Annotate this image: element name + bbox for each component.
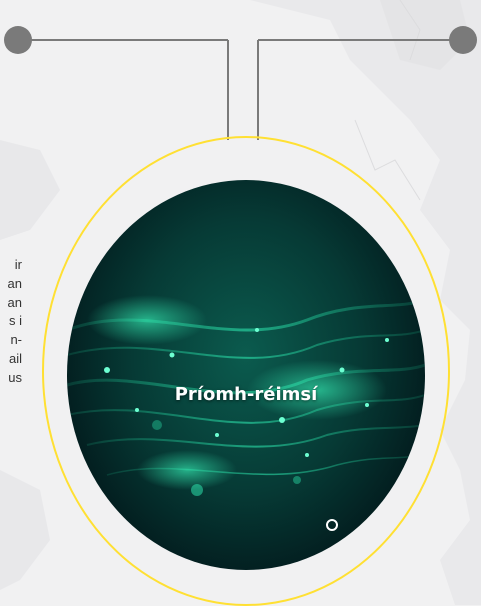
cropped-side-text: ir an an s i n- ail us xyxy=(0,256,22,388)
side-text-line: ail xyxy=(8,350,22,366)
right-connector-dot xyxy=(449,26,477,54)
connector-lines xyxy=(4,26,477,140)
side-text-line: an xyxy=(7,275,22,291)
left-connector-dot xyxy=(4,26,32,54)
side-text-line: s i xyxy=(9,313,22,329)
focus-area-disc[interactable]: Príomh-réimsí xyxy=(67,180,425,570)
digital-wave-image xyxy=(67,295,425,531)
side-text-line: ir xyxy=(14,257,22,272)
focus-area-title: Príomh-réimsí xyxy=(174,384,318,405)
side-text-line: n- xyxy=(10,332,22,348)
side-text-line: an xyxy=(7,294,22,310)
side-text-line: us xyxy=(8,369,22,385)
